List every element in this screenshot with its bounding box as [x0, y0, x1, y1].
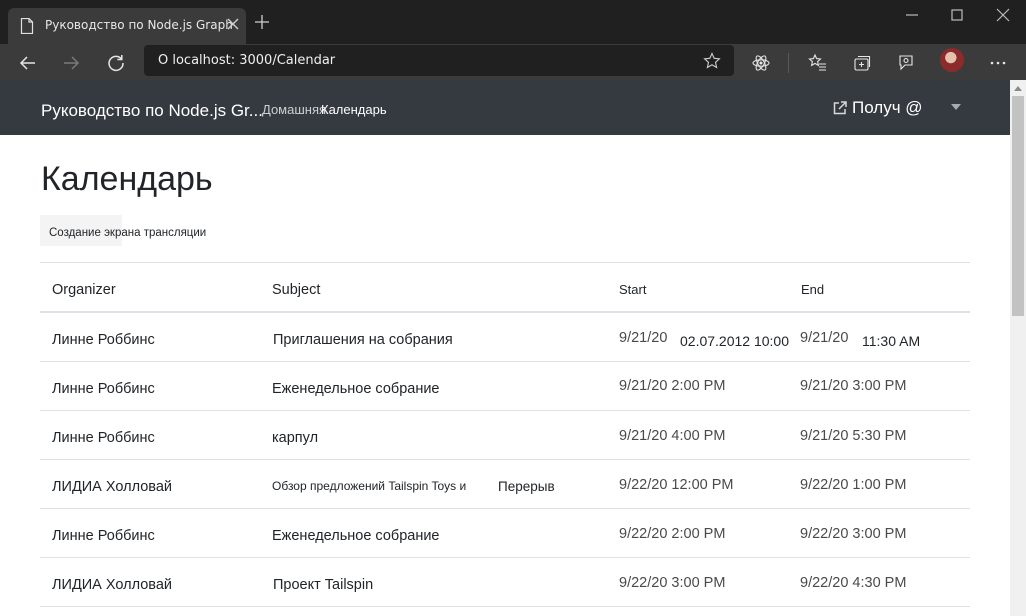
browser-titlebar: Руководство по Node.js Graph	[0, 0, 1026, 44]
end-cell: 9/21/20	[800, 330, 849, 346]
subject-cell: Приглашения на собрания	[273, 332, 453, 348]
table-top-border	[40, 262, 970, 263]
tab-title: Руководство по Node.js Graph	[45, 18, 233, 32]
row-divider	[40, 606, 970, 607]
create-stream-button[interactable]: Создание экрана трансляции	[40, 215, 206, 246]
back-arrow-icon[interactable]	[18, 53, 38, 73]
get-started-label: Получ @	[852, 98, 923, 117]
column-header-organizer: Organizer	[52, 282, 116, 298]
start-time-cell: 02.07.2012 10:00	[680, 333, 789, 349]
close-icon[interactable]	[225, 16, 241, 32]
table-header-border	[40, 311, 970, 313]
refresh-icon[interactable]	[106, 53, 126, 73]
browser-toolbar: О localhost: 3000/Calendar	[0, 44, 1026, 80]
create-stream-label: Создание экрана трансляции	[49, 227, 207, 239]
start-cell: 9/21/20 2:00 PM	[619, 378, 726, 394]
row-divider	[40, 361, 970, 362]
caret-down-icon[interactable]	[950, 103, 962, 111]
react-atom-icon[interactable]	[751, 53, 771, 73]
navbar-brand[interactable]: Руководство по Node.js Gr...	[41, 101, 263, 121]
column-header-subject: Subject	[272, 282, 321, 298]
maximize-icon[interactable]	[948, 6, 966, 24]
feedback-icon[interactable]	[896, 53, 916, 73]
toolbar-divider	[788, 53, 789, 73]
start-cell: 9/22/20 2:00 PM	[619, 526, 726, 542]
scroll-up-icon[interactable]	[1013, 84, 1023, 92]
window-close-icon[interactable]	[994, 6, 1012, 24]
start-cell: 9/21/20	[619, 330, 668, 346]
browser-tab[interactable]: Руководство по Node.js Graph	[8, 8, 246, 44]
address-bar[interactable]: О localhost: 3000/Calendar	[144, 45, 734, 76]
organizer-cell: Линне Роббинс	[52, 430, 155, 446]
end-cell: 9/21/20 3:00 PM	[800, 378, 907, 394]
organizer-cell: Линне Роббинс	[52, 528, 155, 544]
row-divider	[40, 459, 970, 460]
organizer-cell: ЛИДИА Холловай	[52, 577, 172, 593]
column-header-end: End	[801, 282, 825, 297]
column-header-start: Start	[619, 282, 647, 297]
page-title: Календарь	[41, 160, 213, 198]
subject-cell: Еженедельное собрание	[272, 528, 440, 544]
app-navbar: Руководство по Node.js Gr... Домашняя Ка…	[0, 80, 1010, 135]
subject-extra-cell: Перерыв	[498, 479, 555, 494]
start-cell: 9/21/20 4:00 PM	[619, 428, 726, 444]
subject-cell: Еженедельное собрание	[272, 381, 440, 397]
external-link-icon	[833, 101, 847, 115]
forward-arrow-icon[interactable]	[61, 53, 81, 73]
subject-cell: карпул	[272, 430, 319, 446]
page-icon	[20, 18, 34, 34]
more-icon[interactable]	[988, 53, 1008, 73]
end-time-cell: 11:30 AM	[862, 333, 921, 349]
favorites-list-icon[interactable]	[808, 53, 828, 73]
row-divider	[40, 508, 970, 509]
row-divider	[40, 557, 970, 558]
address-url[interactable]: О localhost: 3000/Calendar	[158, 53, 335, 68]
nav-link-home[interactable]: Домашняя	[262, 102, 326, 117]
get-started-link[interactable]: Получ @	[832, 97, 923, 119]
avatar[interactable]	[940, 48, 964, 72]
nav-link-calendar[interactable]: Календарь	[321, 102, 387, 117]
end-cell: 9/22/20 3:00 PM	[800, 526, 907, 542]
plus-icon[interactable]	[254, 14, 270, 30]
start-cell: 9/22/20 3:00 PM	[619, 575, 726, 591]
organizer-cell: Линне Роббинс	[52, 332, 155, 348]
end-cell: 9/22/20 4:30 PM	[800, 575, 907, 591]
star-icon[interactable]	[703, 52, 721, 70]
subject-cell: Обзор предложений Tailspin Toys и	[272, 479, 467, 493]
scrollbar-thumb[interactable]	[1012, 96, 1024, 316]
organizer-cell: Линне Роббинс	[52, 381, 155, 397]
collections-icon[interactable]	[852, 53, 872, 73]
subject-cell: Проект Tailspin	[273, 577, 374, 593]
minimize-icon[interactable]	[903, 6, 921, 24]
organizer-cell: ЛИДИА Холловай	[52, 479, 172, 495]
end-cell: 9/22/20 1:00 PM	[800, 477, 907, 493]
start-cell: 9/22/20 12:00 PM	[619, 477, 734, 493]
row-divider	[40, 410, 970, 411]
end-cell: 9/21/20 5:30 PM	[800, 428, 907, 444]
